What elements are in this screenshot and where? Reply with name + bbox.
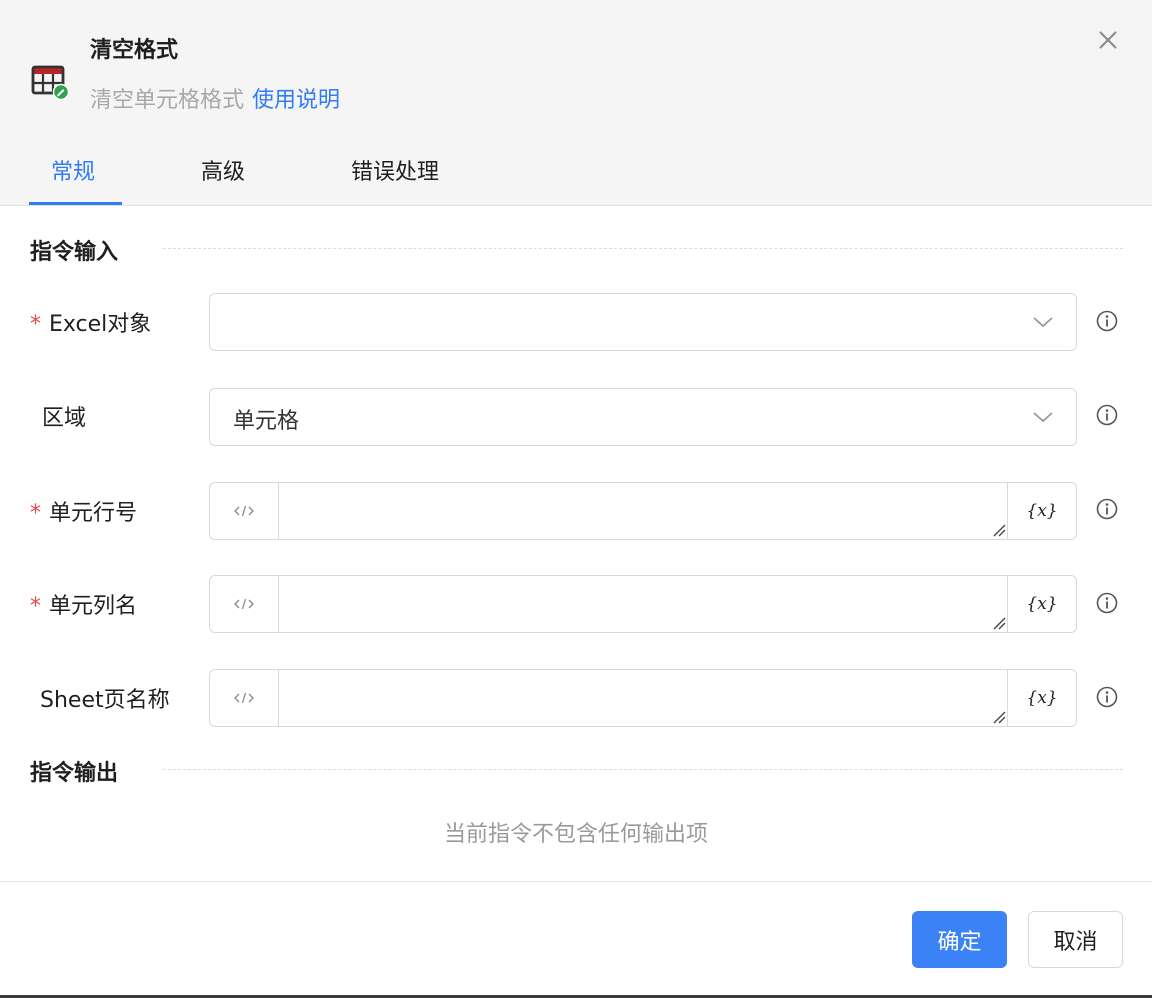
resize-handle-icon[interactable] bbox=[992, 616, 1006, 630]
help-link[interactable]: 使用说明 bbox=[252, 88, 340, 113]
chevron-down-icon bbox=[1033, 317, 1053, 328]
info-icon[interactable] bbox=[1096, 498, 1118, 520]
variable-button[interactable]: {x} bbox=[1007, 483, 1076, 539]
code-mode-button[interactable] bbox=[210, 576, 279, 632]
info-icon[interactable] bbox=[1096, 592, 1118, 614]
chevron-down-icon bbox=[1033, 412, 1053, 423]
column-name-label: * 单元列名 bbox=[30, 588, 137, 620]
output-section-divider bbox=[163, 769, 1123, 770]
resize-handle-icon[interactable] bbox=[992, 710, 1006, 724]
field-label-text: 单元列名 bbox=[49, 594, 138, 619]
excel-object-select[interactable] bbox=[209, 293, 1077, 351]
select-value: 单元格 bbox=[233, 409, 300, 434]
cancel-button[interactable]: 取消 bbox=[1028, 911, 1123, 968]
excel-table-clear-icon bbox=[31, 65, 70, 101]
variable-button[interactable]: {x} bbox=[1007, 576, 1076, 632]
code-icon bbox=[234, 598, 254, 610]
code-icon bbox=[234, 692, 254, 704]
info-icon[interactable] bbox=[1096, 686, 1118, 708]
column-name-input[interactable] bbox=[280, 576, 1008, 632]
output-section-title: 指令输出 bbox=[30, 761, 119, 786]
footer-divider bbox=[0, 881, 1152, 882]
dialog-title: 清空格式 bbox=[90, 38, 179, 63]
row-number-field: {x} bbox=[209, 482, 1077, 540]
code-mode-button[interactable] bbox=[210, 483, 279, 539]
row-number-label: * 单元行号 bbox=[30, 495, 137, 527]
code-icon bbox=[234, 505, 254, 517]
field-label-text: Excel对象 bbox=[49, 312, 152, 337]
confirm-button[interactable]: 确定 bbox=[912, 911, 1007, 968]
region-label: 区域 bbox=[42, 406, 87, 431]
row-number-input[interactable] bbox=[280, 483, 1008, 539]
required-mark: * bbox=[30, 501, 41, 526]
required-mark: * bbox=[30, 312, 41, 337]
tab-general[interactable]: 常规 bbox=[51, 154, 95, 186]
sheet-name-input[interactable] bbox=[280, 670, 1008, 726]
info-icon[interactable] bbox=[1096, 310, 1118, 332]
input-section-divider bbox=[163, 248, 1123, 249]
variable-button[interactable]: {x} bbox=[1007, 670, 1076, 726]
excel-object-label: * Excel对象 bbox=[30, 306, 151, 338]
field-label-text: 单元行号 bbox=[49, 501, 138, 526]
tab-error-handling[interactable]: 错误处理 bbox=[351, 154, 439, 186]
tab-advanced[interactable]: 高级 bbox=[201, 154, 245, 186]
info-icon[interactable] bbox=[1096, 404, 1118, 426]
subtitle-text: 清空单元格格式 bbox=[90, 88, 245, 113]
code-mode-button[interactable] bbox=[210, 670, 279, 726]
close-icon[interactable] bbox=[1094, 26, 1122, 54]
resize-handle-icon[interactable] bbox=[992, 523, 1006, 537]
sheet-name-label: Sheet页名称 bbox=[40, 688, 170, 713]
dialog-subtitle: 清空单元格格式 使用说明 bbox=[90, 82, 340, 114]
active-tab-indicator bbox=[29, 202, 122, 205]
empty-output-text: 当前指令不包含任何输出项 bbox=[443, 822, 708, 847]
sheet-name-field: {x} bbox=[209, 669, 1077, 727]
input-section-title: 指令输入 bbox=[30, 240, 119, 265]
dialog-header: 清空格式 清空单元格格式 使用说明 常规 高级 错误处理 bbox=[0, 0, 1152, 206]
region-select[interactable]: 单元格 bbox=[209, 388, 1077, 446]
column-name-field: {x} bbox=[209, 575, 1077, 633]
required-mark: * bbox=[30, 594, 41, 619]
